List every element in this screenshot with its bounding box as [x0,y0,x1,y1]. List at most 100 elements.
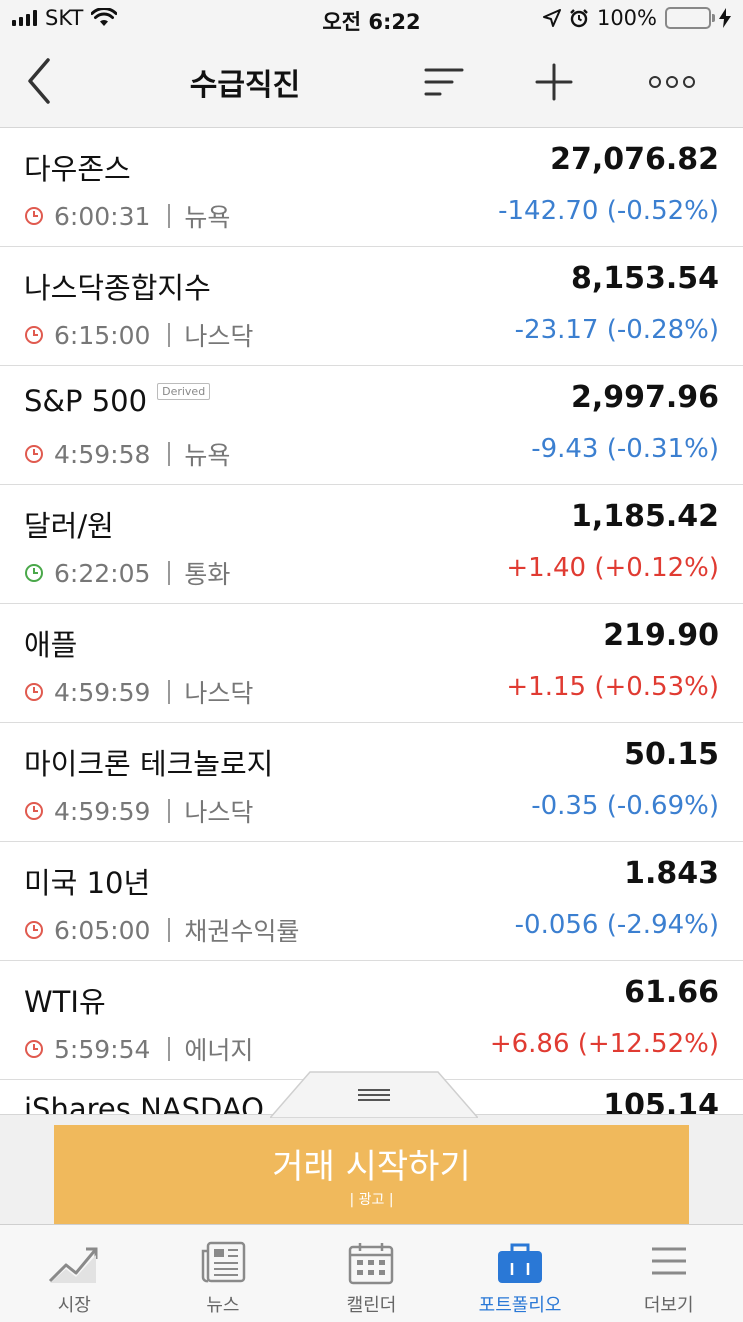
quote-row[interactable]: 애플 219.90 4:59:59 나스닥 +1.15 (+0.53%) [0,604,743,723]
clock-icon [25,1040,43,1058]
start-trading-ad-button[interactable]: 거래 시작하기 | 광고 | [54,1125,689,1225]
instrument-name: WTI유 [24,985,106,1019]
instrument-price: 2,997.96 [570,380,719,415]
chart-trend-icon [49,1247,98,1283]
hamburger-menu-icon [651,1247,686,1275]
briefcase-icon [498,1243,543,1283]
sort-icon[interactable] [424,64,464,100]
price-change: +1.40 (+0.12%) [506,553,719,583]
market-name: 에너지 [184,1036,254,1065]
instrument-name-group: WTI유 [24,979,106,1021]
tab-more[interactable]: 더보기 [594,1225,743,1322]
market-name: 뉴욕 [184,441,231,470]
instrument-name: 달러/원 [24,509,114,543]
instrument-name-group: S&P 500 Derived [24,382,211,418]
tab-news[interactable]: 뉴스 [149,1225,298,1322]
quote-meta: 6:22:05 통화 [24,555,230,591]
quote-row[interactable]: WTI유 61.66 5:59:54 에너지 +6.86 (+12.52%) [0,961,743,1080]
price-change: -23.17 (-0.28%) [514,315,719,345]
instrument-price: 1.843 [624,856,719,891]
add-icon[interactable] [534,62,574,102]
clock-icon [25,326,43,344]
instrument-price: 1,185.42 [570,499,719,534]
instrument-price: 27,076.82 [550,142,719,177]
market-name: 나스닥 [184,679,254,708]
top-bar: SKT 오전 6:22 100% 수급직진 [0,0,743,128]
quote-row[interactable]: S&P 500 Derived 2,997.96 4:59:58 뉴욕 -9.43 (-0… [0,366,743,485]
quote-time: 4:59:59 [54,796,151,826]
instrument-name-group: 나스닥종합지수 [24,265,211,307]
quote-row[interactable]: 달러/원 1,185.42 6:22:05 통화 +1.40 (+0.12%) [0,485,743,604]
price-change: +6.86 (+12.52%) [489,1029,719,1059]
quote-time: 4:59:58 [54,439,151,469]
price-change: -0.35 (-0.69%) [531,791,719,821]
tab-label: 시장 [57,1295,91,1316]
quote-row[interactable]: 나스닥종합지수 8,153.54 6:15:00 나스닥 -23.17 (-0.28%) [0,247,743,366]
divider [168,799,171,823]
quote-meta: 6:00:31 뉴욕 [24,198,230,234]
instrument-price: 219.90 [603,618,719,653]
tab-bar: 시장 뉴스 캘린더 포트폴리오 더보기 [0,1224,743,1322]
tab-market[interactable]: 시장 [0,1225,149,1322]
ad-title: 거래 시작하기 [272,1147,471,1187]
more-options-icon[interactable] [648,74,696,90]
tab-label: 뉴스 [206,1295,240,1316]
location-arrow-icon [542,9,561,27]
tab-calendar[interactable]: 캘린더 [297,1225,446,1322]
instrument-name: 미국 10년 [24,866,151,900]
battery-percent: 100% [596,6,657,30]
clock-icon [25,802,43,820]
divider [168,918,171,942]
price-change: -0.056 (-2.94%) [514,910,719,940]
market-name: 나스닥 [184,322,254,351]
instrument-name-group: 다우존스 [24,146,131,188]
clock-icon [25,921,43,939]
instrument-name-group: 애플 [24,622,77,664]
instrument-name: 나스닥종합지수 [24,271,211,305]
price-change: -9.43 (-0.31%) [531,434,719,464]
price-change: +1.15 (+0.53%) [506,672,719,702]
ad-banner-area: 거래 시작하기 | 광고 | [0,1114,743,1225]
drawer-handle-icon[interactable] [270,1070,478,1118]
quote-meta: 4:59:58 뉴욕 [24,436,230,472]
instrument-price: 50.15 [624,737,719,772]
quote-meta: 5:59:54 에너지 [24,1031,253,1067]
instrument-price: 61.66 [624,975,719,1010]
instrument-name: S&P 500 [24,384,148,418]
back-chevron-icon[interactable] [22,56,62,106]
quote-time: 5:59:54 [54,1034,151,1064]
quote-meta: 6:05:00 채권수익률 [24,912,299,948]
quote-time: 6:15:00 [54,320,151,350]
divider [168,323,171,347]
divider [168,204,171,228]
quote-row[interactable]: 마이크론 테크놀로지 50.15 4:59:59 나스닥 -0.35 (-0.69%) [0,723,743,842]
quote-time: 6:22:05 [54,558,151,588]
quote-row[interactable]: 미국 10년 1.843 6:05:00 채권수익률 -0.056 (-2.94%) [0,842,743,961]
tab-label: 캘린더 [346,1295,397,1316]
quote-meta: 4:59:59 나스닥 [24,793,253,829]
quote-time: 6:00:31 [54,201,151,231]
tab-label: 포트폴리오 [478,1295,562,1316]
quote-time: 4:59:59 [54,677,151,707]
divider [168,442,171,466]
status-bar: SKT 오전 6:22 100% [0,0,743,40]
status-right: 100% [542,6,731,30]
instrument-name: 다우존스 [24,152,131,186]
quote-row[interactable]: 다우존스 27,076.82 6:00:31 뉴욕 -142.70 (-0.52%) [0,128,743,247]
clock-icon [25,445,43,463]
ad-label: | 광고 | [349,1192,394,1208]
price-change: -142.70 (-0.52%) [498,196,719,226]
market-name: 채권수익률 [184,917,300,946]
calendar-icon [349,1243,394,1285]
clock-icon [25,207,43,225]
tab-portfolio[interactable]: 포트폴리오 [446,1225,595,1322]
battery-icon [665,7,715,29]
market-name: 뉴욕 [184,203,231,232]
alarm-clock-icon [570,9,588,28]
instrument-name-group: 마이크론 테크놀로지 [24,741,273,783]
clock-icon [25,564,43,582]
market-name: 통화 [184,560,231,589]
instrument-price: 8,153.54 [570,261,719,296]
divider [168,680,171,704]
tab-label: 더보기 [643,1295,694,1316]
